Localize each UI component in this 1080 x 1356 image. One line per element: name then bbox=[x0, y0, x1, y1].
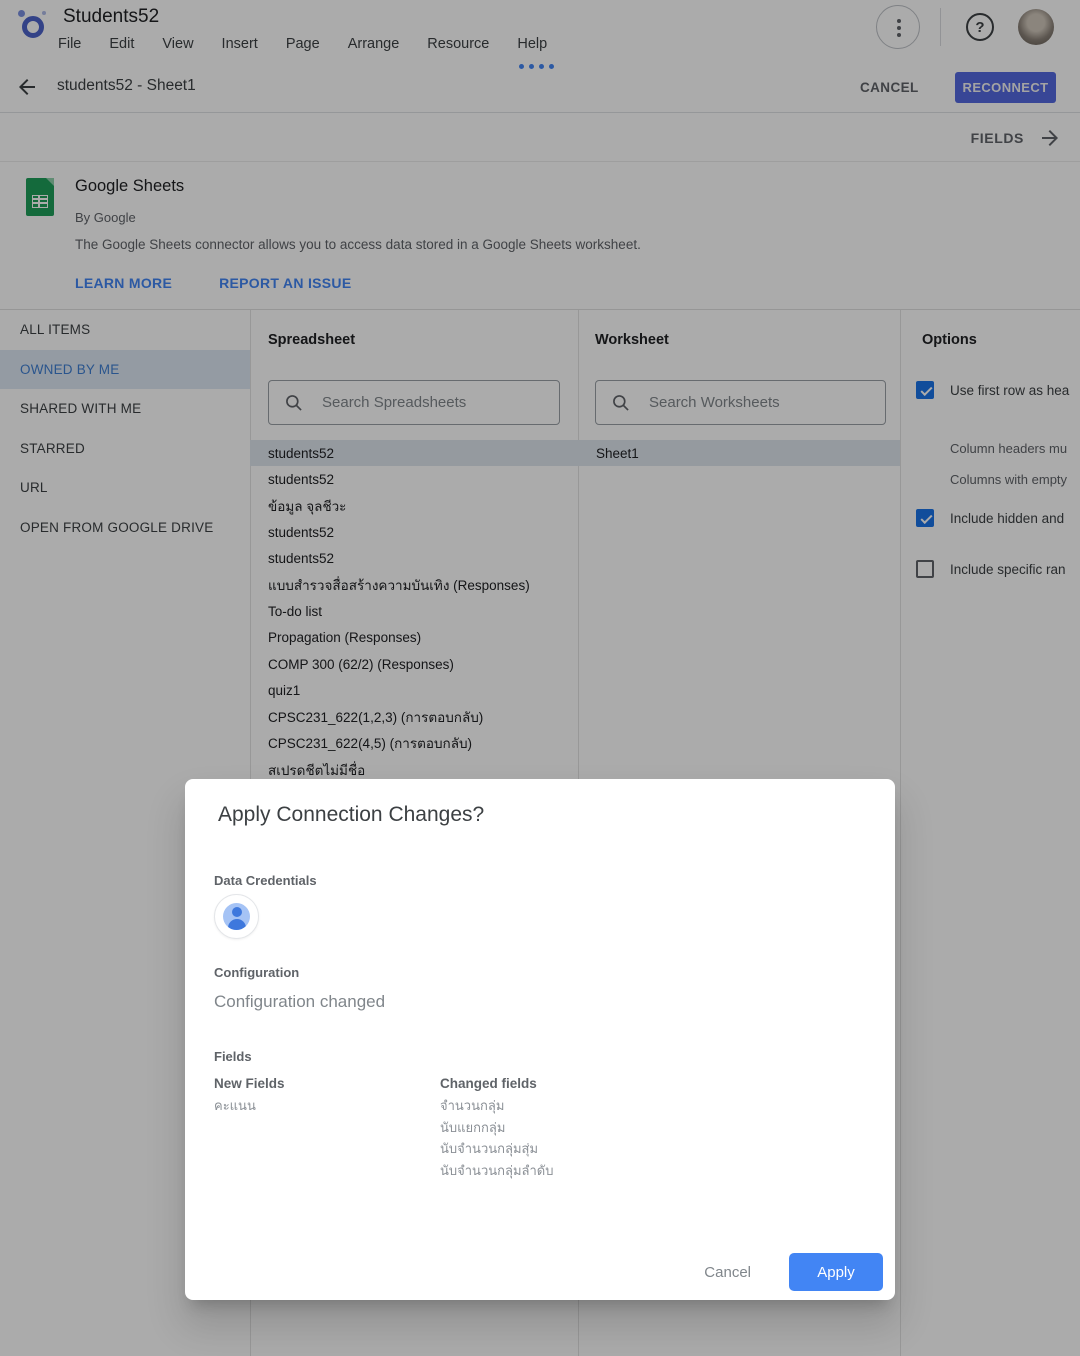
spreadsheet-list-item[interactable]: students52 bbox=[250, 519, 578, 545]
credentials-label: Data Credentials bbox=[214, 873, 317, 888]
spreadsheet-panel-title: Spreadsheet bbox=[268, 332, 355, 348]
datasource-toolbar: students52 - Sheet1 CANCEL RECONNECT bbox=[0, 62, 1080, 113]
checkbox-include-hidden[interactable] bbox=[916, 509, 934, 527]
report-issue-link[interactable]: REPORT AN ISSUE bbox=[219, 275, 351, 291]
connector-info: Google Sheets By Google The Google Sheet… bbox=[0, 162, 1080, 310]
options-panel-title: Options bbox=[922, 332, 977, 348]
sidebar-item[interactable]: URL bbox=[0, 468, 250, 508]
worksheet-list: Sheet1 bbox=[578, 440, 900, 466]
worksheet-list-item[interactable]: Sheet1 bbox=[578, 440, 900, 466]
option-note: Column headers mu bbox=[950, 441, 1067, 456]
sidebar-item[interactable]: ALL ITEMS bbox=[0, 310, 250, 350]
checkbox-include-range[interactable] bbox=[916, 560, 934, 578]
menu-item[interactable]: Edit bbox=[109, 36, 134, 52]
option-use-first-row: Use first row as hea bbox=[916, 381, 1069, 399]
back-arrow-icon bbox=[15, 75, 39, 99]
spreadsheet-list-item[interactable]: แบบสำรวจสื่อสร้างความบันเทิง (Responses) bbox=[250, 572, 578, 598]
option-label: Use first row as hea bbox=[950, 383, 1069, 398]
credentials-avatar bbox=[214, 894, 259, 939]
sidebar-item[interactable]: OWNED BY ME bbox=[0, 350, 250, 390]
new-fields-list: คะแนน bbox=[214, 1095, 256, 1117]
option-note: Columns with empty bbox=[950, 472, 1067, 487]
sidebar-item[interactable]: SHARED WITH ME bbox=[0, 389, 250, 429]
drive-filter-sidebar: ALL ITEMS OWNED BY ME SHARED WITH ME STA… bbox=[0, 310, 250, 547]
help-icon[interactable]: ? bbox=[966, 13, 994, 41]
spreadsheet-list-item[interactable]: students52 bbox=[250, 546, 578, 572]
apply-connection-changes-dialog: Apply Connection Changes? Data Credentia… bbox=[185, 779, 895, 1300]
cancel-connection-button[interactable]: CANCEL bbox=[860, 80, 919, 95]
changed-fields-label: Changed fields bbox=[440, 1076, 537, 1091]
option-include-hidden: Include hidden and bbox=[916, 509, 1064, 527]
changed-field-item: นับจำนวนกลุ่มสุ่ม bbox=[440, 1138, 554, 1160]
menu-item[interactable]: Help bbox=[517, 36, 547, 52]
menu-item[interactable]: File bbox=[58, 36, 81, 52]
connector-author: By Google bbox=[75, 210, 136, 225]
datasource-name: students52 - Sheet1 bbox=[57, 77, 196, 95]
kebab-icon bbox=[897, 26, 901, 30]
dialog-cancel-button[interactable]: Cancel bbox=[692, 1256, 763, 1289]
menu-item[interactable]: Page bbox=[286, 36, 320, 52]
menu-item[interactable]: Insert bbox=[222, 36, 258, 52]
reconnect-button[interactable]: RECONNECT bbox=[955, 72, 1056, 103]
menu-item[interactable]: Resource bbox=[427, 36, 489, 52]
person-icon bbox=[223, 903, 250, 930]
fields-bar: FIELDS bbox=[0, 113, 1080, 162]
spreadsheet-list-item[interactable]: ข้อมูล จุลชีวะ bbox=[250, 493, 578, 519]
fields-label: Fields bbox=[214, 1049, 252, 1064]
google-sheets-icon bbox=[26, 178, 54, 216]
more-options-button[interactable] bbox=[876, 5, 920, 49]
changed-fields-list: จำนวนกลุ่มนับแยกกลุ่มนับจำนวนกลุ่มสุ่มนั… bbox=[440, 1095, 554, 1181]
spreadsheet-list-item[interactable]: To-do list bbox=[250, 598, 578, 624]
worksheet-panel-title: Worksheet bbox=[595, 332, 669, 348]
dialog-apply-button[interactable]: Apply bbox=[789, 1253, 883, 1291]
checkbox-use-first-row[interactable] bbox=[916, 381, 934, 399]
spreadsheet-search-placeholder: Search Spreadsheets bbox=[322, 394, 466, 411]
sidebar-item[interactable]: STARRED bbox=[0, 429, 250, 469]
spreadsheet-list-item[interactable]: students52 bbox=[250, 440, 578, 466]
data-studio-logo-icon bbox=[22, 16, 44, 38]
spreadsheet-list-item[interactable]: quiz1 bbox=[250, 678, 578, 704]
configuration-label: Configuration bbox=[214, 965, 299, 980]
option-label: Include specific ran bbox=[950, 562, 1066, 577]
changed-field-item: นับจำนวนกลุ่มลำดับ bbox=[440, 1160, 554, 1182]
right-arrow-icon bbox=[1038, 126, 1062, 150]
learn-more-link[interactable]: LEARN MORE bbox=[75, 275, 172, 291]
connector-description: The Google Sheets connector allows you t… bbox=[75, 237, 641, 252]
fields-link-label: FIELDS bbox=[971, 130, 1024, 146]
user-avatar[interactable] bbox=[1018, 9, 1054, 45]
menu-item[interactable]: View bbox=[162, 36, 193, 52]
menu-item[interactable]: Arrange bbox=[348, 36, 400, 52]
sidebar-item[interactable]: OPEN FROM GOOGLE DRIVE bbox=[0, 508, 250, 548]
changed-field-item: จำนวนกลุ่ม bbox=[440, 1095, 554, 1117]
report-title: Students52 bbox=[63, 6, 159, 28]
search-icon bbox=[284, 393, 304, 413]
worksheet-search-placeholder: Search Worksheets bbox=[649, 394, 780, 411]
app-bar: Students52 File Edit View Insert Page Arrange… bbox=[0, 0, 1080, 62]
header-divider bbox=[940, 8, 941, 46]
fields-link[interactable]: FIELDS bbox=[971, 126, 1062, 150]
connector-name: Google Sheets bbox=[75, 177, 184, 196]
spreadsheet-list: students52 students52 ข้อมูล จุลชีวะ stu… bbox=[250, 440, 578, 783]
new-field-item: คะแนน bbox=[214, 1095, 256, 1117]
spreadsheet-list-item[interactable]: students52 bbox=[250, 466, 578, 492]
loading-dots-icon bbox=[519, 64, 554, 69]
column-divider bbox=[900, 310, 901, 1356]
spreadsheet-search-input[interactable]: Search Spreadsheets bbox=[268, 380, 560, 425]
changed-field-item: นับแยกกลุ่ม bbox=[440, 1117, 554, 1139]
back-button[interactable] bbox=[15, 75, 39, 99]
search-icon bbox=[611, 393, 631, 413]
spreadsheet-list-item[interactable]: CPSC231_622(4,5) (การตอบกลับ) bbox=[250, 730, 578, 756]
spreadsheet-list-item[interactable]: CPSC231_622(1,2,3) (การตอบกลับ) bbox=[250, 704, 578, 730]
new-fields-label: New Fields bbox=[214, 1076, 285, 1091]
option-label: Include hidden and bbox=[950, 511, 1064, 526]
dialog-title: Apply Connection Changes? bbox=[218, 803, 484, 827]
spreadsheet-list-item[interactable]: Propagation (Responses) bbox=[250, 625, 578, 651]
worksheet-search-input[interactable]: Search Worksheets bbox=[595, 380, 886, 425]
app-menu: File Edit View Insert Page Arrange Resource Hel… bbox=[58, 36, 547, 52]
spreadsheet-list-item[interactable]: COMP 300 (62/2) (Responses) bbox=[250, 651, 578, 677]
option-include-range: Include specific ran bbox=[916, 560, 1066, 578]
configuration-status: Configuration changed bbox=[214, 992, 385, 1012]
